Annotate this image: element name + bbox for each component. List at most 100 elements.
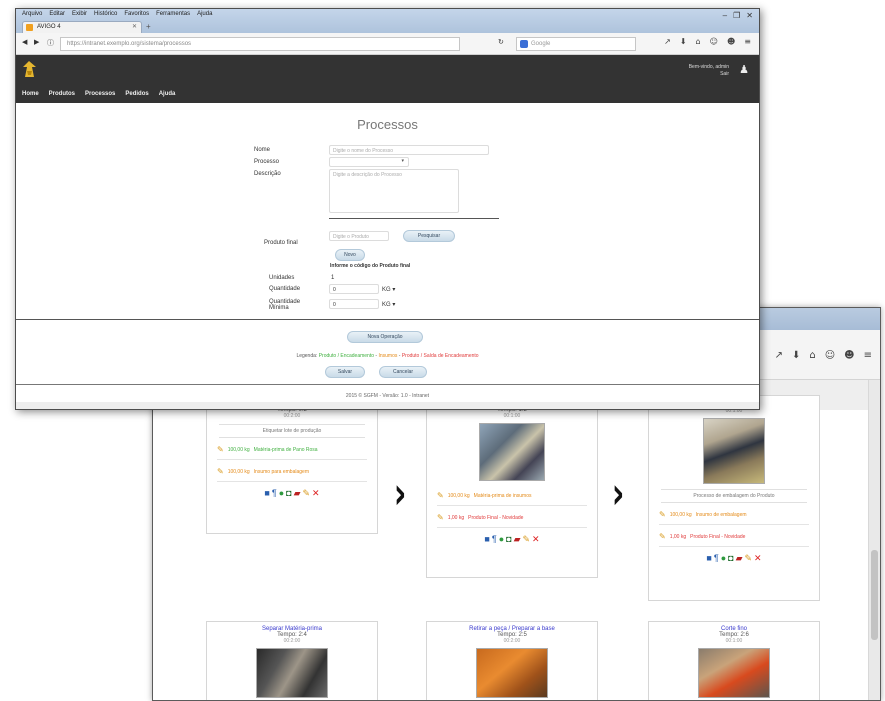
menu-historico[interactable]: Histórico <box>94 11 117 17</box>
nome-input[interactable]: Digite o nome do Processo <box>329 145 489 155</box>
minimize-icon[interactable]: – <box>723 11 727 20</box>
addon-icon[interactable]: ☻ <box>727 37 735 46</box>
nav-pedidos[interactable]: Pedidos <box>125 91 148 97</box>
app-logo-icon[interactable] <box>23 61 36 77</box>
save-icon[interactable]: ■ <box>706 553 711 564</box>
card-input-line[interactable]: ✎ 100,00 kg Insumo para embalagem <box>217 467 367 482</box>
pencil-icon[interactable]: ✎ <box>659 510 666 519</box>
close-window-icon[interactable]: ✕ <box>746 11 753 20</box>
download-icon[interactable]: ⬇ <box>680 37 687 46</box>
globe-icon[interactable]: ● <box>499 534 504 545</box>
addon-icon[interactable]: ☻ <box>844 350 854 361</box>
pencil-icon[interactable]: ✎ <box>217 445 224 454</box>
menu-arquivo[interactable]: Arquivo <box>22 11 42 17</box>
vertical-scrollbar[interactable] <box>868 380 880 700</box>
pin-icon[interactable]: ¶ <box>714 553 719 564</box>
copy-icon[interactable]: ◘ <box>286 488 291 499</box>
pesquisar-button[interactable]: Pesquisar <box>403 230 455 242</box>
reader-icon[interactable]: ↗ <box>664 37 671 46</box>
delete-icon[interactable]: ✕ <box>532 534 540 545</box>
logout-link[interactable]: Sair <box>689 71 729 78</box>
pencil-icon[interactable]: ✎ <box>659 532 666 541</box>
pin-icon[interactable]: ¶ <box>492 534 497 545</box>
card-input-line[interactable]: ✎ 100,00 kg Insumo de embalagem <box>659 510 809 525</box>
pencil-icon[interactable]: ✎ <box>437 491 444 500</box>
qtd-minima-unit-select[interactable]: KG ▾ <box>382 301 395 308</box>
globe-icon[interactable]: ● <box>721 553 726 564</box>
chevron-down-icon[interactable]: ▾ <box>401 158 404 164</box>
nav-processos[interactable]: Processos <box>85 91 115 97</box>
new-tab-icon[interactable]: + <box>146 22 151 31</box>
card-output-line[interactable]: ✎ 1,00 kg Produto Final - Novidade <box>437 513 587 528</box>
search-input[interactable]: Google <box>516 37 636 51</box>
book-icon[interactable]: ▰ <box>514 534 521 545</box>
unidades-value[interactable]: 1 <box>331 275 334 281</box>
operation-card[interactable]: Tempo: 1:2 00:1:00 ✎ 100,00 kg Matéria-pri… <box>426 400 598 578</box>
card-input-line[interactable]: ✎ 100,00 kg Matéria-prima de insumos <box>437 491 587 506</box>
reload-icon[interactable]: ↻ <box>498 38 504 46</box>
back-icon[interactable]: ◀ <box>22 38 27 46</box>
book-icon[interactable]: ▰ <box>294 488 301 499</box>
operation-card[interactable]: Separar Matéria-prima Tempo: 2:4 00:2:00 <box>206 621 378 700</box>
edit-icon[interactable]: ✎ <box>522 534 530 545</box>
forward-icon[interactable]: ▶ <box>34 38 39 46</box>
quantidade-unit-select[interactable]: KG ▾ <box>382 286 395 293</box>
descricao-textarea[interactable]: Digite a descrição do Processo <box>329 169 459 213</box>
delete-icon[interactable]: ✕ <box>312 488 320 499</box>
nova-operacao-button[interactable]: Nova Operação <box>347 331 423 343</box>
home-icon[interactable]: ⌂ <box>696 37 701 46</box>
cancelar-button[interactable]: Cancelar <box>379 366 427 378</box>
menu-favoritos[interactable]: Favoritos <box>124 11 149 17</box>
card-input-line[interactable]: ✎ 100,00 kg Matéria-prima de Pano Rosa <box>217 445 367 460</box>
card-output-line[interactable]: ✎ 1,00 kg Produto Final - Novidade <box>659 532 809 547</box>
copy-icon[interactable]: ◘ <box>728 553 733 564</box>
sync-icon[interactable]: ☺ <box>825 350 835 361</box>
produto-input[interactable]: Digite o Produto <box>329 231 389 241</box>
pin-icon[interactable]: ¶ <box>272 488 277 499</box>
processo-select[interactable]: ▾ <box>329 157 409 167</box>
nav-ajuda[interactable]: Ajuda <box>159 91 176 97</box>
address-bar[interactable]: https://intranet.exemplo.org/sistema/pro… <box>60 37 460 51</box>
download-icon[interactable]: ⬇ <box>792 350 800 361</box>
user-name[interactable]: Bem-vindo, admin <box>689 64 729 71</box>
pencil-icon[interactable]: ✎ <box>437 513 444 522</box>
copy-icon[interactable]: ◘ <box>506 534 511 545</box>
menu-icon[interactable]: ≡ <box>864 350 872 361</box>
search-engine-icon[interactable] <box>520 40 528 48</box>
globe-icon[interactable]: ● <box>279 488 284 499</box>
sync-icon[interactable]: ☺ <box>710 37 718 46</box>
save-icon[interactable]: ■ <box>484 534 489 545</box>
nav-home[interactable]: Home <box>22 91 39 97</box>
menu-ferramentas[interactable]: Ferramentas <box>156 11 190 17</box>
operation-card[interactable]: Tempo: 0:2 00:2:00 Etiquetar lote de pro… <box>206 400 378 534</box>
menu-editar[interactable]: Editar <box>49 11 65 17</box>
nav-produtos[interactable]: Produtos <box>49 91 75 97</box>
maximize-icon[interactable]: ❐ <box>733 11 740 20</box>
chevron-down-icon[interactable]: ▾ <box>392 302 395 308</box>
quantidade-input[interactable]: 0 <box>329 284 379 294</box>
operation-card[interactable]: Corte fino Tempo: 2:6 00:1:00 <box>648 621 820 700</box>
menu-ajuda[interactable]: Ajuda <box>197 11 212 17</box>
user-icon[interactable]: ♟ <box>739 63 749 76</box>
delete-icon[interactable]: ✕ <box>754 553 762 564</box>
identity-icon[interactable]: ⓘ <box>47 38 54 48</box>
operation-card[interactable]: Retirar a peça / Preparar a base Tempo: … <box>426 621 598 700</box>
reader-icon[interactable]: ↗ <box>775 350 783 361</box>
edit-icon[interactable]: ✎ <box>302 488 310 499</box>
novo-button[interactable]: Novo <box>335 249 365 261</box>
operation-card[interactable]: Tempo: 2:2 00:1:00 Processo de embalagem… <box>648 395 820 601</box>
close-tab-icon[interactable]: ✕ <box>132 23 137 30</box>
salvar-button[interactable]: Salvar <box>325 366 365 378</box>
menu-exibir[interactable]: Exibir <box>72 11 87 17</box>
scrollbar-thumb[interactable] <box>871 550 878 640</box>
chevron-down-icon[interactable]: ▾ <box>392 287 395 293</box>
save-icon[interactable]: ■ <box>264 488 269 499</box>
qtd-minima-input[interactable]: 0 <box>329 299 379 309</box>
pencil-icon[interactable]: ✎ <box>217 467 224 476</box>
book-icon[interactable]: ▰ <box>736 553 743 564</box>
menu-icon[interactable]: ≡ <box>744 37 751 46</box>
home-icon[interactable]: ⌂ <box>809 350 815 361</box>
browser-tab[interactable]: AVIGO 4 ✕ <box>22 21 142 33</box>
edit-icon[interactable]: ✎ <box>744 553 752 564</box>
tab-title: AVIGO 4 <box>37 24 61 30</box>
